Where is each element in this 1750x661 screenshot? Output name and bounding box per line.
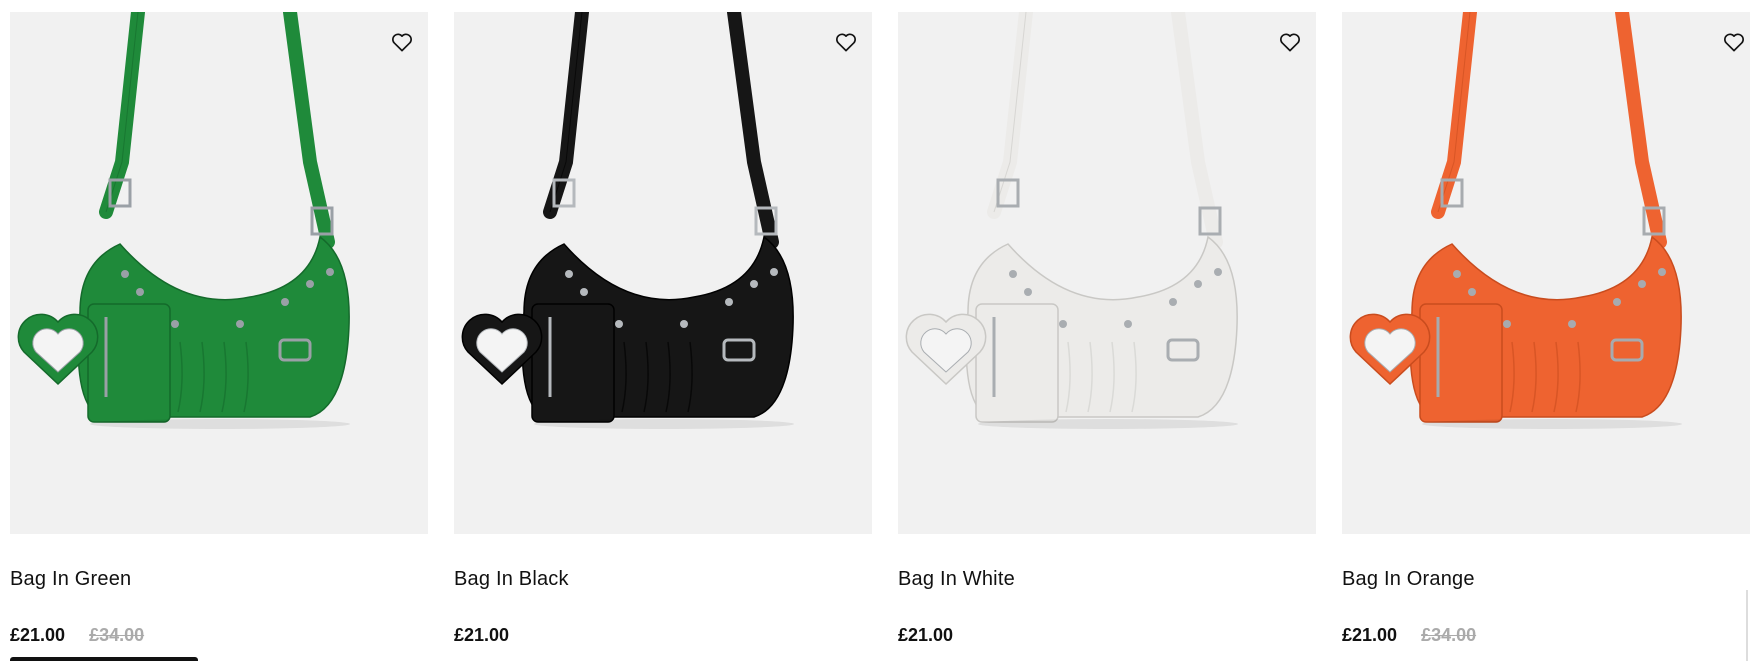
- product-prices: £21.00 £34.00: [1342, 624, 1750, 646]
- product-card[interactable]: Bag In Green £21.00 £34.00: [10, 12, 428, 646]
- product-image[interactable]: [898, 12, 1316, 534]
- current-price: £21.00: [1342, 625, 1398, 645]
- handbag-image: [905, 12, 1238, 429]
- current-price: £21.00: [10, 625, 66, 645]
- handbag-image: [17, 12, 350, 429]
- wishlist-button[interactable]: [1720, 28, 1748, 56]
- product-card[interactable]: Bag In Black £21.00: [454, 12, 872, 646]
- product-title[interactable]: Bag In Black: [454, 567, 872, 591]
- product-image[interactable]: [1342, 12, 1750, 534]
- product-title[interactable]: Bag In Green: [10, 567, 428, 591]
- product-grid: Bag In Green £21.00 £34.00 Bag In Black £…: [0, 0, 1750, 661]
- product-card[interactable]: Bag In Orange £21.00 £34.00: [1342, 12, 1750, 646]
- handbag-image: [1349, 12, 1682, 429]
- original-price: £34.00: [1421, 625, 1477, 645]
- heart-outline-icon: [836, 33, 856, 52]
- original-price: £34.00: [89, 625, 145, 645]
- wishlist-button[interactable]: [1276, 28, 1304, 56]
- product-image[interactable]: [454, 12, 872, 534]
- product-prices: £21.00 £34.00: [10, 624, 428, 646]
- current-price: £21.00: [454, 625, 510, 645]
- product-title[interactable]: Bag In Orange: [1342, 567, 1750, 591]
- current-price: £21.00: [898, 625, 954, 645]
- product-image[interactable]: [10, 12, 428, 534]
- heart-outline-icon: [1724, 33, 1744, 52]
- heart-outline-icon: [392, 33, 412, 52]
- product-prices: £21.00: [898, 624, 1316, 646]
- product-prices: £21.00: [454, 624, 872, 646]
- wishlist-button[interactable]: [832, 28, 860, 56]
- product-title[interactable]: Bag In White: [898, 567, 1316, 591]
- scrollbar-track[interactable]: [1746, 590, 1748, 661]
- wishlist-button[interactable]: [388, 28, 416, 56]
- handbag-image: [461, 12, 794, 429]
- scroll-indicator: [10, 657, 198, 661]
- product-card[interactable]: Bag In White £21.00: [898, 12, 1316, 646]
- heart-outline-icon: [1280, 33, 1300, 52]
